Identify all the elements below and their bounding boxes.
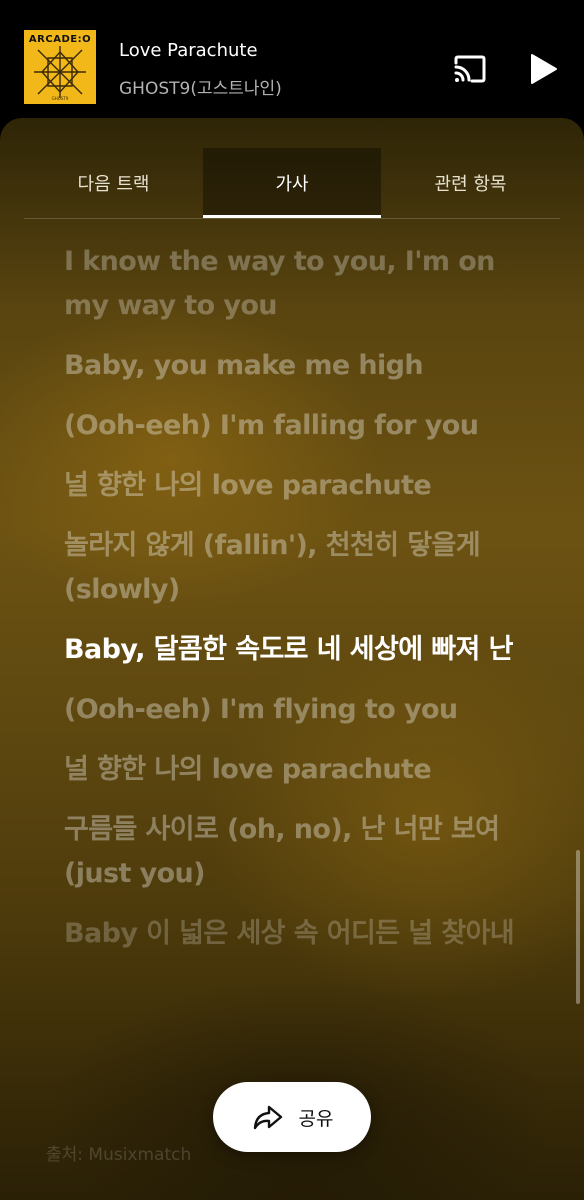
lyric-line[interactable]: Baby 이 넓은 세상 속 어디든 널 찾아내: [64, 912, 534, 956]
lyrics-source: 출처: Musixmatch: [46, 1145, 192, 1165]
track-artist[interactable]: GHOST9(고스트나인): [119, 74, 282, 99]
lyrics-sheet: 다음 트랙 가사 관련 항목 I know the way to you, I'…: [0, 118, 584, 1200]
scrollbar[interactable]: [576, 850, 580, 1004]
player-screen: GHOST9 ARCADE:O Love Parachute GHOST9(고스…: [0, 0, 584, 1200]
share-label: 공유: [298, 1107, 334, 1130]
tab-divider: [24, 218, 560, 219]
lyric-line-current[interactable]: Baby, 달콤한 속도로 네 세상에 빠져 난: [64, 628, 534, 672]
album-art-title: ARCADE:O: [28, 34, 92, 45]
cast-button[interactable]: [452, 54, 488, 84]
lyric-line[interactable]: 널 향한 나의 love parachute: [64, 464, 534, 508]
album-art[interactable]: GHOST9 ARCADE:O: [24, 30, 96, 104]
svg-text:GHOST9: GHOST9: [52, 96, 69, 101]
tab-related[interactable]: 관련 항목: [381, 148, 560, 218]
mini-player[interactable]: GHOST9 ARCADE:O Love Parachute GHOST9(고스…: [0, 0, 584, 118]
tab-up-next[interactable]: 다음 트랙: [24, 148, 203, 218]
play-button[interactable]: [526, 52, 560, 86]
cast-icon: [454, 55, 486, 83]
lyric-line[interactable]: (Ooh-eeh) I'm falling for you: [64, 404, 534, 448]
lyric-line[interactable]: Baby, you make me high: [64, 344, 534, 388]
track-title[interactable]: Love Parachute: [119, 40, 258, 61]
lyric-line[interactable]: 구름들 사이로 (oh, no), 난 너만 보여 (just you): [64, 808, 534, 896]
lyric-line[interactable]: 놀라지 않게 (fallin'), 천천히 닿을게 (slowly): [64, 524, 534, 612]
tab-lyrics[interactable]: 가사: [203, 148, 381, 218]
tab-bar: 다음 트랙 가사 관련 항목: [24, 148, 560, 218]
play-icon: [531, 54, 557, 84]
lyric-line[interactable]: (Ooh-eeh) I'm flying to you: [64, 688, 534, 732]
lyrics-list[interactable]: I know the way to you, I'm on my way to …: [64, 240, 534, 1200]
share-button[interactable]: 공유: [213, 1082, 371, 1152]
lyric-line[interactable]: I know the way to you, I'm on my way to …: [64, 240, 534, 328]
lyric-line[interactable]: 널 향한 나의 love parachute: [64, 748, 534, 792]
share-arrow-icon: [253, 1105, 282, 1130]
